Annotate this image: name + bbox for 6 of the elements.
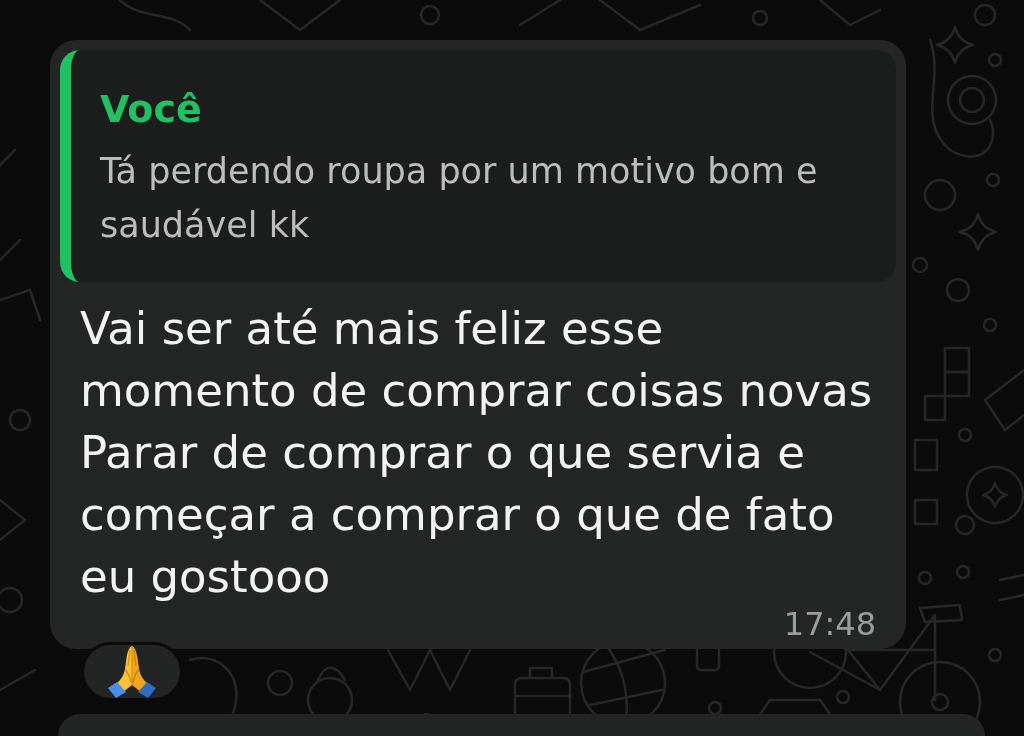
quoted-message[interactable]: Você Tá perdendo roupa por um motivo bom e saudável kk — [60, 50, 896, 282]
quote-text: Tá perdendo roupa por um motivo bom e saudável kk — [100, 150, 819, 247]
message-text: Vai ser até mais feliz esse momento de comprar coisas novas Parar de comprar o que servia e começar a comprar o que de fato eu gostooo — [80, 301, 874, 605]
message-time: 17:48 — [783, 608, 876, 640]
quote-author: Você — [100, 86, 202, 132]
praying-hands-icon — [105, 645, 159, 698]
